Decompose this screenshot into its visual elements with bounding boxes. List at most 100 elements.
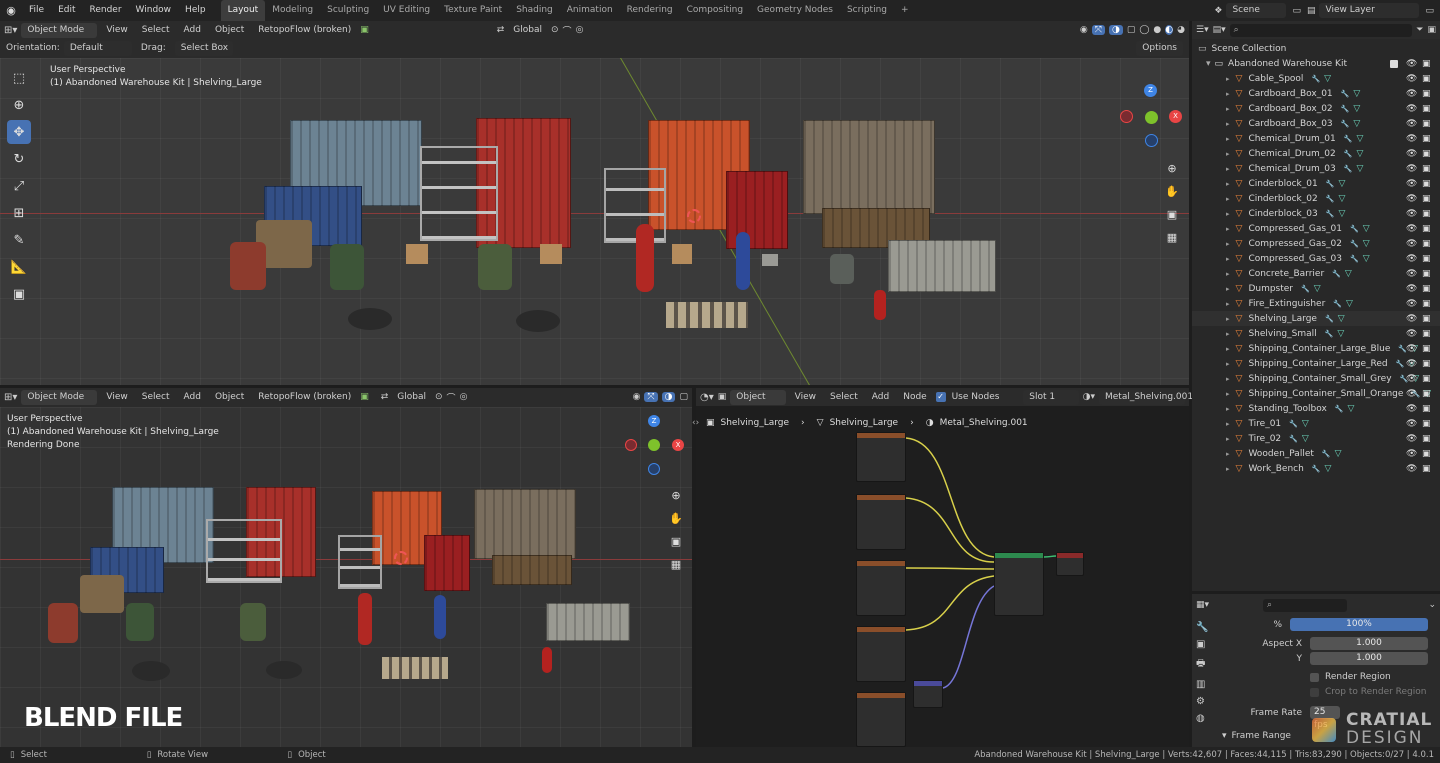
- scale-tool-icon[interactable]: ⤢: [7, 174, 31, 198]
- camera-icon[interactable]: ▣: [1422, 344, 1431, 354]
- view-layer-tab-icon[interactable]: ▥: [1196, 679, 1214, 690]
- mesh-data-icon[interactable]: ▽: [1363, 239, 1370, 249]
- expand-arrow-icon[interactable]: ▸: [1226, 90, 1230, 98]
- cursor-tool-icon[interactable]: ⊕: [7, 93, 31, 117]
- cardboard-box-2[interactable]: [540, 244, 562, 264]
- tire-1[interactable]: [348, 308, 392, 330]
- editor-type-icon[interactable]: ⊞▾: [4, 25, 17, 36]
- shelving-large[interactable]: [206, 519, 282, 583]
- eye-icon[interactable]: 👁: [1406, 134, 1417, 144]
- new-collection-icon[interactable]: ▣: [1427, 25, 1436, 35]
- expand-arrow-icon[interactable]: ▸: [1226, 165, 1230, 173]
- menu-view[interactable]: View: [101, 392, 132, 402]
- proportional-edit-icon[interactable]: ◎: [460, 392, 468, 402]
- expand-arrow-icon[interactable]: ▸: [1226, 285, 1230, 293]
- eye-icon[interactable]: 👁: [1406, 404, 1417, 414]
- expand-arrow-icon[interactable]: ▸: [1226, 390, 1230, 398]
- expand-arrow-icon[interactable]: ▸: [1226, 195, 1230, 203]
- camera-icon[interactable]: ▣: [1422, 134, 1431, 144]
- axis-z-icon[interactable]: Z: [648, 415, 660, 427]
- tool-tab-icon[interactable]: 🔧: [1196, 622, 1214, 633]
- rotate-tool-icon[interactable]: ↻: [7, 147, 31, 171]
- modifier-icon[interactable]: 🔧: [1289, 420, 1298, 428]
- viewport-top-canvas[interactable]: ⬚ ⊕ ✥ ↻ ⤢ ⊞ ✎ 📐 ▣ User Perspective (1) A…: [0, 58, 1189, 385]
- mesh-data-icon[interactable]: ▽: [1346, 299, 1353, 309]
- eye-icon[interactable]: 👁: [1406, 359, 1417, 369]
- tire-2[interactable]: [516, 310, 560, 332]
- snap-icon[interactable]: ⌒: [563, 24, 572, 37]
- outliner-item[interactable]: ▸ ▽ Chemical_Drum_02 🔧 ▽ 👁 ▣: [1192, 146, 1440, 161]
- modifier-icon[interactable]: 🔧: [1350, 225, 1359, 233]
- workspace-tab-modeling[interactable]: Modeling: [265, 0, 320, 21]
- outliner-item[interactable]: ▸ ▽ Wooden_Pallet 🔧 ▽ 👁 ▣: [1192, 446, 1440, 461]
- gas-cylinder-red[interactable]: [358, 593, 372, 645]
- shading-solid-icon[interactable]: ●: [1153, 25, 1161, 35]
- breadcrumb-material[interactable]: Metal_Shelving.001: [940, 418, 1028, 428]
- mesh-data-icon[interactable]: ▽: [1356, 164, 1363, 174]
- chemical-drum-green[interactable]: [126, 603, 154, 641]
- xray-icon[interactable]: ▢: [1127, 25, 1136, 35]
- frame-range-panel[interactable]: ▾ Frame Range: [1222, 731, 1291, 741]
- pan-hand-icon[interactable]: ✋: [666, 508, 686, 528]
- image-texture-node[interactable]: [856, 626, 906, 682]
- mesh-data-icon[interactable]: ▽: [1345, 269, 1352, 279]
- modifier-icon[interactable]: 🔧: [1311, 75, 1320, 83]
- world-tab-icon[interactable]: ◍: [1196, 713, 1214, 724]
- mesh-data-icon[interactable]: ▽: [1338, 194, 1345, 204]
- outliner-item[interactable]: ▸ ▽ Shelving_Large 🔧 ▽ 👁 ▣: [1192, 311, 1440, 326]
- retopoflow-toggle-icon[interactable]: ▣: [360, 25, 369, 35]
- menu-object[interactable]: Object: [210, 25, 249, 35]
- cardboard-box[interactable]: [406, 244, 428, 264]
- outliner-item[interactable]: ▸ ▽ Cardboard_Box_03 🔧 ▽ 👁 ▣: [1192, 116, 1440, 131]
- camera-icon[interactable]: ▣: [1422, 224, 1431, 234]
- camera-icon[interactable]: ▣: [1422, 164, 1431, 174]
- mode-dropdown[interactable]: Object Mode: [21, 22, 98, 38]
- eye-icon[interactable]: 👁: [1406, 314, 1417, 324]
- eye-icon[interactable]: 👁: [1406, 149, 1417, 159]
- outliner-item[interactable]: ▸ ▽ Shipping_Container_Small_Grey 🔧 ▽ 👁 ▣: [1192, 371, 1440, 386]
- select-box-tool-icon[interactable]: ⬚: [7, 66, 31, 90]
- pan-hand-icon[interactable]: ✋: [1162, 181, 1182, 201]
- material-output-node[interactable]: [1056, 552, 1084, 576]
- chemical-drum-red[interactable]: [48, 603, 78, 643]
- menu-node[interactable]: Node: [898, 392, 932, 402]
- shader-type-dropdown[interactable]: Object: [730, 389, 786, 405]
- expand-arrow-icon[interactable]: ▸: [1226, 255, 1230, 263]
- outliner-item[interactable]: ▸ ▽ Cinderblock_01 🔧 ▽ 👁 ▣: [1192, 176, 1440, 191]
- modifier-icon[interactable]: 🔧: [1326, 180, 1335, 188]
- zoom-icon[interactable]: ⊕: [666, 485, 686, 505]
- editor-type-icon[interactable]: ⊞▾: [4, 392, 17, 403]
- workspace-tab-layout[interactable]: Layout: [220, 0, 266, 21]
- overlay-toggle-icon[interactable]: ◑: [1108, 25, 1123, 35]
- eye-icon[interactable]: 👁: [1406, 179, 1417, 189]
- mesh-data-icon[interactable]: ▽: [1338, 209, 1345, 219]
- move-tool-icon[interactable]: ✥: [7, 120, 31, 144]
- axis-neg-x-icon[interactable]: [1120, 110, 1133, 123]
- image-texture-node[interactable]: [856, 432, 906, 482]
- modifier-icon[interactable]: 🔧: [1301, 285, 1310, 293]
- expand-arrow-icon[interactable]: ▸: [1226, 105, 1230, 113]
- expand-arrow-icon[interactable]: ▸: [1226, 270, 1230, 278]
- transform-tool-icon[interactable]: ⊞: [7, 201, 31, 225]
- node-sidebar-toggle-icon[interactable]: ‹›: [692, 418, 699, 428]
- expand-arrow-icon[interactable]: ▸: [1226, 345, 1230, 353]
- image-texture-node[interactable]: [856, 692, 906, 747]
- outliner-item[interactable]: ▸ ▽ Standing_Toolbox 🔧 ▽ 👁 ▣: [1192, 401, 1440, 416]
- eye-icon[interactable]: 👁: [1406, 239, 1417, 249]
- outliner-item[interactable]: ▸ ▽ Cable_Spool 🔧 ▽ 👁 ▣: [1192, 71, 1440, 86]
- menu-view[interactable]: View: [101, 25, 132, 35]
- mesh-data-icon[interactable]: ▽: [1353, 89, 1360, 99]
- eye-icon[interactable]: 👁: [1406, 224, 1417, 234]
- scene-tab-icon[interactable]: ⚙: [1196, 696, 1214, 707]
- work-bench[interactable]: [492, 555, 572, 585]
- outliner-item[interactable]: ▸ ▽ Cardboard_Box_02 🔧 ▽ 👁 ▣: [1192, 101, 1440, 116]
- scene-browse-icon[interactable]: ▭: [1292, 6, 1301, 16]
- expand-arrow-icon[interactable]: ▸: [1226, 75, 1230, 83]
- proportional-edit-icon[interactable]: ◎: [576, 25, 584, 35]
- collection-row[interactable]: ▾ ▭ Abandoned Warehouse Kit 👁 ▣: [1192, 56, 1440, 71]
- eye-icon[interactable]: 👁: [1406, 89, 1417, 99]
- mesh-data-icon[interactable]: ▽: [1324, 74, 1331, 84]
- view-layer-selector[interactable]: View Layer: [1319, 3, 1420, 18]
- retopoflow-menu[interactable]: RetopoFlow (broken): [253, 392, 356, 402]
- shelving-large[interactable]: [420, 146, 498, 241]
